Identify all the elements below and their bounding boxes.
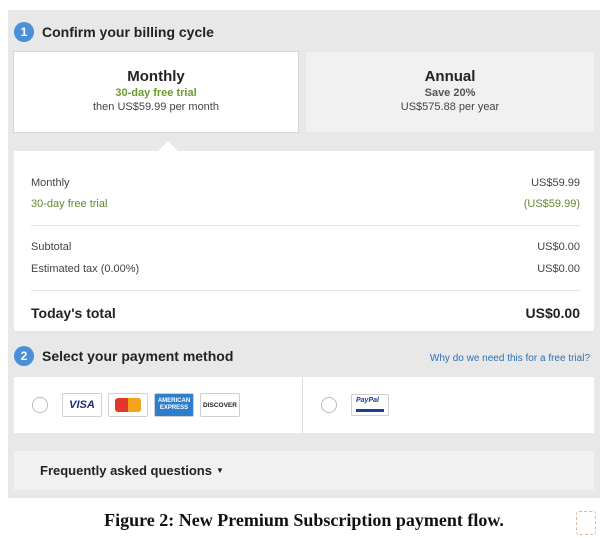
mastercard-icon [108,393,148,417]
total-label: Today's total [31,305,116,321]
card-radio[interactable] [32,397,48,413]
billing-option-price: US$575.88 per year [400,101,500,113]
paypal-logo-text: PayPal [356,397,379,404]
payment-methods: VISA AMERICAN EXPRESS DISCOVER PayPal [14,377,594,433]
divider [31,290,580,291]
paypal-icon: PayPal [351,394,389,416]
faq-toggle[interactable]: Frequently asked questions ▼ [14,451,594,490]
step-number-badge: 1 [14,22,34,42]
why-free-trial-link[interactable]: Why do we need this for a free trial? [430,353,590,364]
payment-option-card[interactable]: VISA AMERICAN EXPRESS DISCOVER [14,377,303,433]
divider [31,225,580,226]
total-row: Today's total US$0.00 [31,305,580,321]
billing-option-promo: Save 20% [424,87,476,99]
billing-option-price: then US$59.99 per month [93,101,219,113]
amex-icon: AMERICAN EXPRESS [154,393,194,417]
total-value: US$0.00 [525,305,580,321]
billing-option-name: Annual [424,68,476,85]
billing-option-monthly[interactable]: Monthly 30-day free trial then US$59.99 … [14,52,298,132]
caret-down-icon: ▼ [215,466,224,475]
billing-option-annual[interactable]: Annual Save 20% US$575.88 per year [306,52,594,132]
step-title: Confirm your billing cycle [42,24,214,40]
summary-label: Estimated tax (0.00%) [31,263,140,275]
selection-pointer [158,141,178,151]
step-2-header: 2 Select your payment method [14,346,233,366]
step-1-header: 1 Confirm your billing cycle [14,22,214,42]
summary-value: (US$59.99) [523,198,580,210]
figure-caption: Figure 2: New Premium Subscription payme… [104,510,504,530]
summary-row: Subtotal US$0.00 [31,241,580,253]
summary-row: Monthly US$59.99 [31,177,580,189]
summary-label: 30-day free trial [31,198,108,210]
billing-option-name: Monthly [127,68,185,85]
summary-value: US$0.00 [537,241,580,253]
step-number-badge: 2 [14,346,34,366]
watermark-icon [576,511,596,535]
payment-option-paypal[interactable]: PayPal [303,377,594,433]
paypal-radio[interactable] [321,397,337,413]
discover-icon: DISCOVER [200,393,240,417]
summary-row: Estimated tax (0.00%) US$0.00 [31,263,580,275]
summary-value: US$0.00 [537,263,580,275]
visa-icon: VISA [62,393,102,417]
billing-option-promo: 30-day free trial [115,87,197,99]
step-title: Select your payment method [42,348,234,364]
faq-label: Frequently asked questions [40,463,212,478]
checkout-panel: 1 Confirm your billing cycle Monthly 30-… [8,10,600,498]
summary-value: US$59.99 [531,177,580,189]
summary-label: Monthly [31,177,70,189]
summary-row: 30-day free trial (US$59.99) [31,198,580,210]
summary-label: Subtotal [31,241,72,253]
order-summary: Monthly US$59.99 30-day free trial (US$5… [14,151,594,331]
